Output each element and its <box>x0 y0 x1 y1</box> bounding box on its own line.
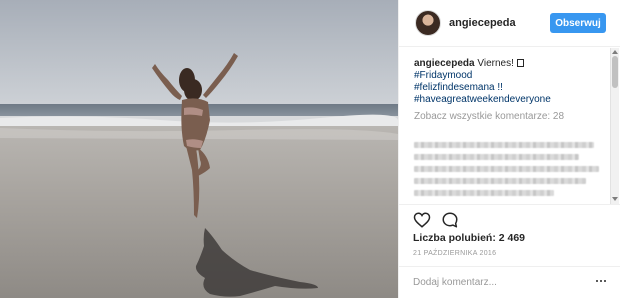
like-count[interactable]: Liczba polubień: 2 469 <box>413 232 525 244</box>
header-username[interactable]: angiecepeda <box>449 17 516 29</box>
hashtag-link[interactable]: #Fridaymood <box>414 70 604 82</box>
beach-photo-illustration <box>0 0 398 298</box>
post-caption: angiecepeda Viernes! #Fridaymood #felizf… <box>414 58 604 106</box>
instagram-post: angiecepeda Obserwuj angiecepeda Viernes… <box>0 0 620 298</box>
post-header: angiecepeda Obserwuj <box>399 0 620 47</box>
scroll-thumb[interactable] <box>612 56 618 88</box>
hashtag-link[interactable]: #felizfindesemana !! <box>414 82 604 94</box>
blurred-comment <box>414 178 586 184</box>
post-sidebar: angiecepeda Obserwuj angiecepeda Viernes… <box>398 0 620 298</box>
scroll-down-icon[interactable] <box>612 197 618 201</box>
comments-scrollbar[interactable] <box>610 48 619 204</box>
caption-username[interactable]: angiecepeda <box>414 58 475 69</box>
post-date[interactable]: 21 PAŹDZIERNIKA 2016 <box>413 250 496 257</box>
blurred-comment <box>414 142 594 148</box>
add-comment-bar <box>399 266 620 298</box>
post-photo[interactable] <box>0 0 398 298</box>
comment-input[interactable] <box>413 273 583 291</box>
post-actions: Liczba polubień: 2 469 21 PAŹDZIERNIKA 2… <box>399 204 620 266</box>
blurred-comment <box>414 166 599 172</box>
blurred-comment <box>414 190 554 196</box>
comments-section: angiecepeda Viernes! #Fridaymood #felizf… <box>399 48 620 204</box>
ellipsis-icon[interactable] <box>595 275 607 287</box>
emoji-placeholder-icon <box>516 59 524 67</box>
speech-bubble-icon[interactable] <box>441 211 459 229</box>
hashtag-link[interactable]: #haveagreatweekendeveryone <box>414 94 604 106</box>
follow-button[interactable]: Obserwuj <box>550 13 606 33</box>
profile-avatar[interactable] <box>415 10 441 36</box>
caption-text: Viernes! <box>477 58 514 69</box>
heart-outline-icon[interactable] <box>413 211 431 229</box>
blurred-comment <box>414 154 579 160</box>
scroll-up-icon[interactable] <box>612 50 618 54</box>
view-all-comments-link[interactable]: Zobacz wszystkie komentarze: 28 <box>414 111 564 122</box>
